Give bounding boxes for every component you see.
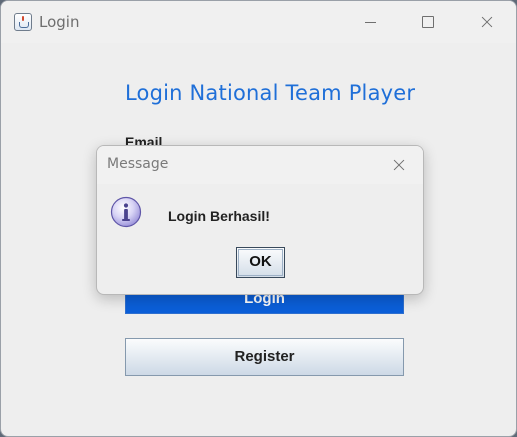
minimize-icon xyxy=(365,22,376,23)
maximize-button[interactable] xyxy=(400,1,458,43)
register-button[interactable]: Register xyxy=(125,338,404,376)
minimize-button[interactable] xyxy=(342,1,400,43)
dialog-close-button[interactable] xyxy=(385,152,413,178)
close-icon xyxy=(392,158,406,172)
dialog-title: Message xyxy=(107,156,169,172)
close-icon xyxy=(480,15,494,29)
java-app-icon xyxy=(14,13,32,31)
steam-icon-part xyxy=(22,16,24,21)
dialog-title-bar[interactable]: Message xyxy=(97,146,423,184)
page-title: Login National Team Player xyxy=(125,81,416,105)
maximize-icon xyxy=(422,16,434,28)
info-icon xyxy=(110,196,142,228)
dialog-message: Login Berhasil! xyxy=(168,208,270,224)
title-bar[interactable]: Login xyxy=(1,1,516,43)
cup-icon-part xyxy=(19,22,29,28)
window-title: Login xyxy=(39,13,80,31)
ok-button[interactable]: OK xyxy=(236,247,285,278)
login-window: Login Login National Team Player Email L… xyxy=(0,0,517,437)
close-button[interactable] xyxy=(458,1,516,43)
message-dialog: Message Login Berhasil! OK xyxy=(96,145,424,295)
